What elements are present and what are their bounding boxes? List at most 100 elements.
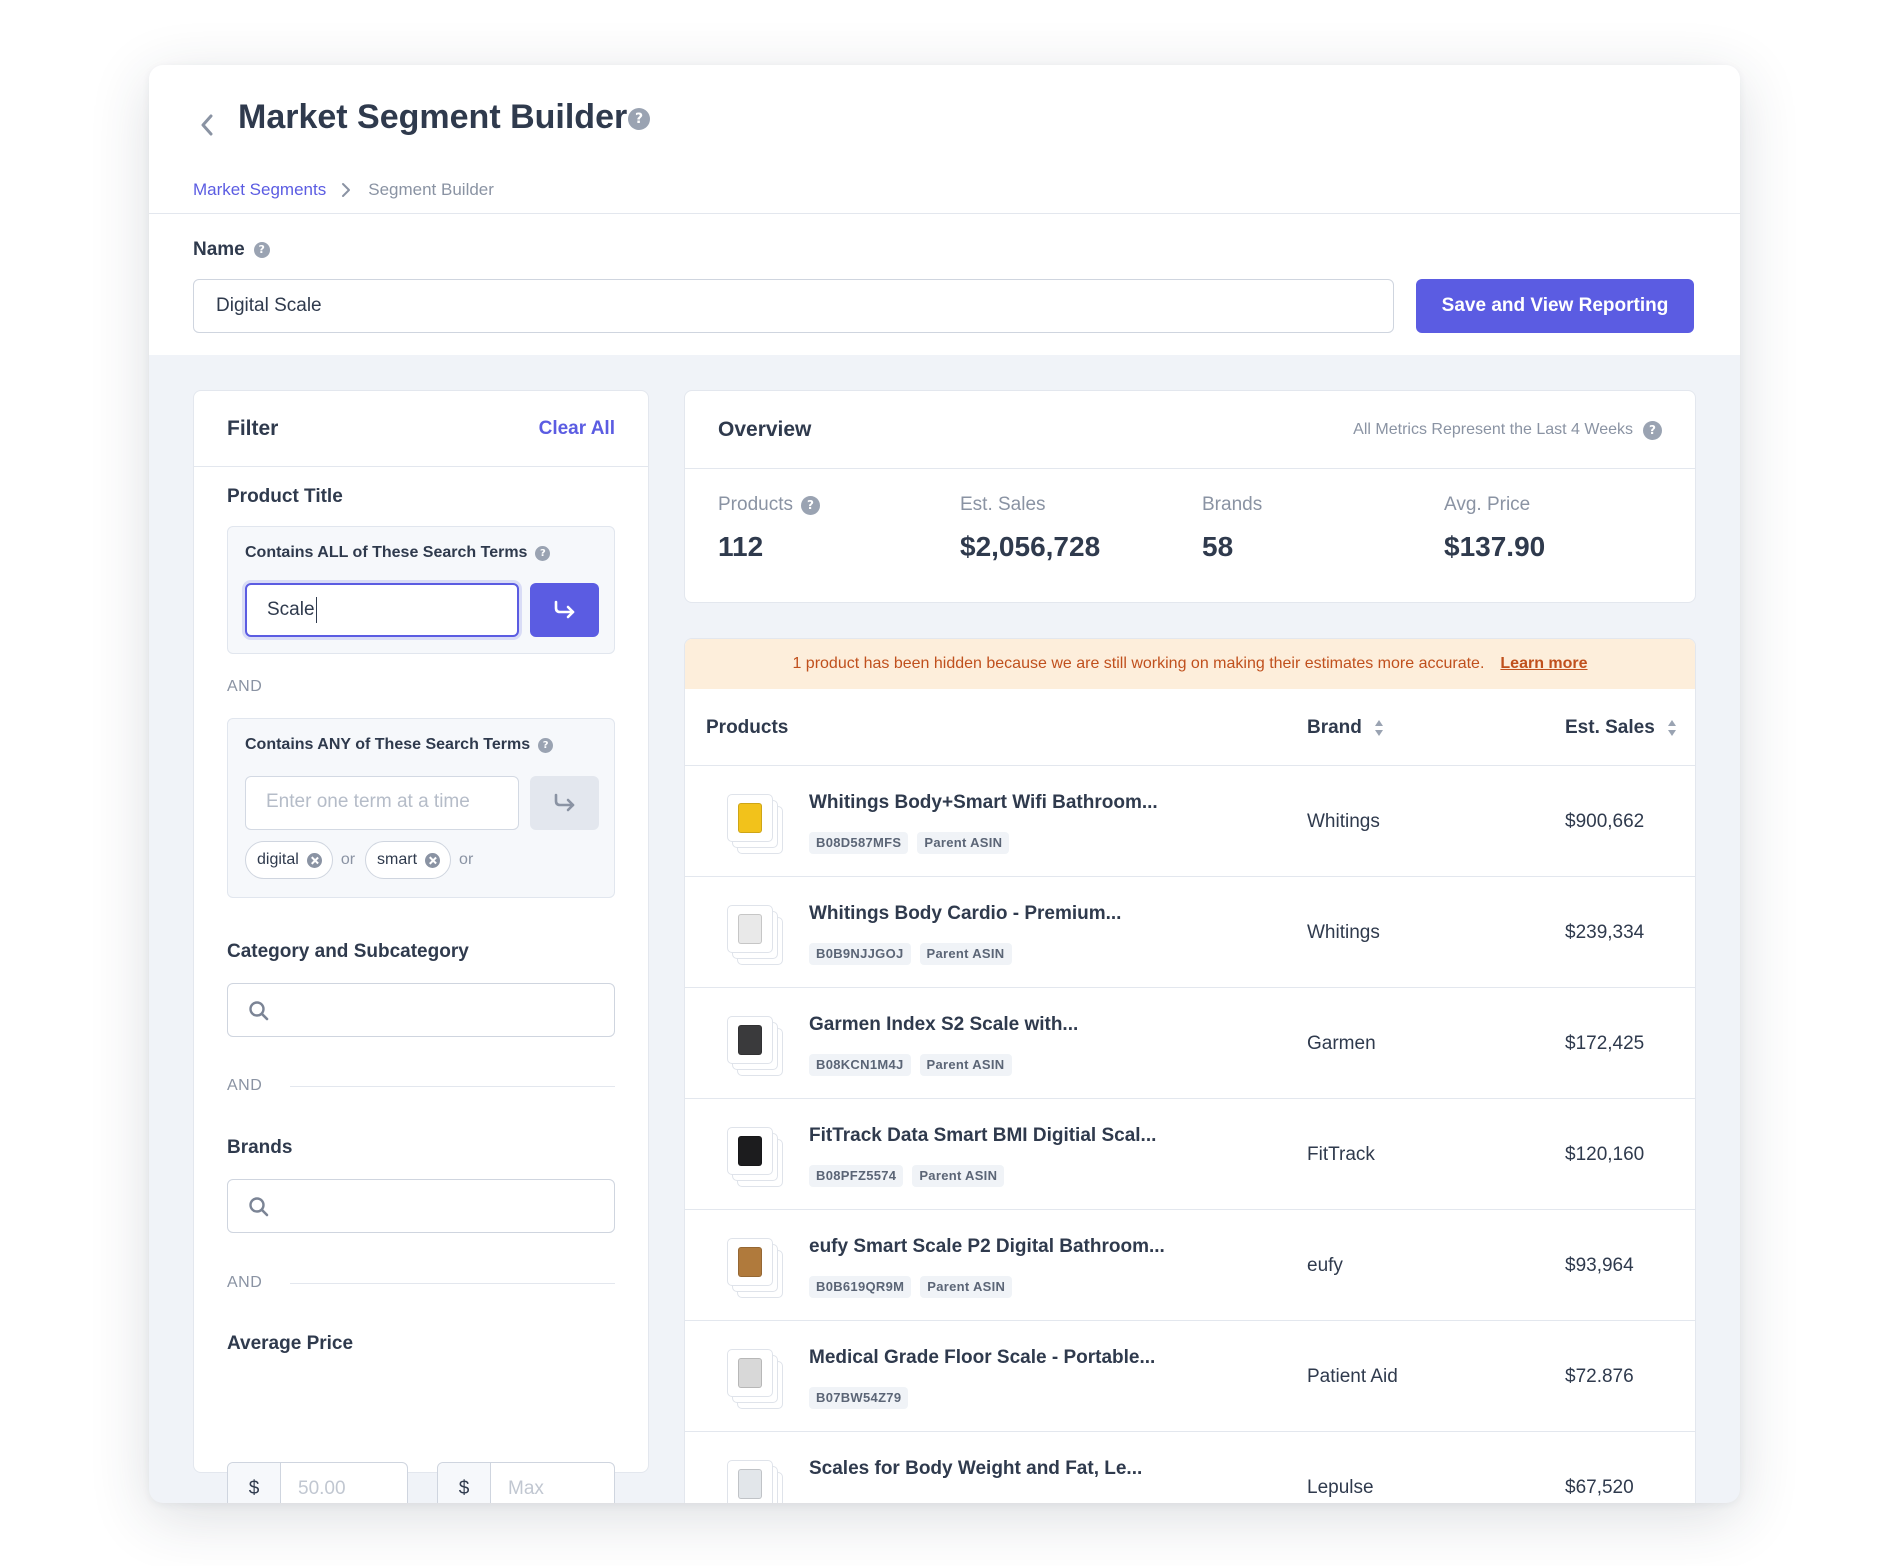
table-row[interactable]: Garmen Index S2 Scale with... B08KCN1M4J… — [685, 988, 1695, 1099]
remove-chip-icon[interactable] — [425, 852, 441, 868]
all-terms-input[interactable]: Scale — [245, 583, 519, 637]
learn-more-link[interactable]: Learn more — [1500, 655, 1587, 672]
sales-cell: $67,520 — [1565, 1477, 1634, 1498]
brand-cell: eufy — [1307, 1255, 1343, 1276]
products-table: 1 product has been hidden because we are… — [684, 638, 1696, 1503]
or-label: or — [340, 851, 356, 868]
thumbnail-image — [727, 905, 773, 953]
product-name[interactable]: Medical Grade Floor Scale - Portable... — [809, 1343, 1155, 1373]
table-row[interactable]: Scales for Body Weight and Fat, Le... Le… — [685, 1432, 1695, 1503]
product-image — [738, 1358, 762, 1388]
any-terms-label-text: Contains ANY of These Search Terms — [245, 736, 531, 753]
brand-cell: Whitings — [1307, 811, 1380, 832]
thumbnail-image — [727, 1016, 773, 1064]
remove-chip-icon[interactable] — [306, 852, 322, 868]
any-terms-input[interactable]: Enter one term at a time — [245, 776, 519, 830]
metric-brands: Brands 58 — [1202, 491, 1262, 565]
table-row[interactable]: Medical Grade Floor Scale - Portable... … — [685, 1321, 1695, 1432]
metric-est-sales: Est. Sales $2,056,728 — [960, 491, 1100, 565]
category-search-input[interactable] — [227, 983, 615, 1037]
column-est-sales[interactable]: Est. Sales — [1565, 689, 1677, 766]
average-price-heading: Average Price — [227, 1333, 354, 1354]
sort-icon[interactable] — [1374, 719, 1384, 737]
asin-tag: B0B619QR9M — [809, 1276, 912, 1298]
min-price-input[interactable]: $ 50.00 — [227, 1462, 408, 1503]
add-any-term-button[interactable] — [530, 776, 599, 830]
brand-cell: Whitings — [1307, 922, 1380, 943]
product-name[interactable]: Scales for Body Weight and Fat, Le... — [809, 1454, 1142, 1484]
chip-smart: smart — [365, 841, 452, 879]
search-icon — [249, 1001, 269, 1021]
brands-search-input[interactable] — [227, 1179, 615, 1233]
table-row[interactable]: Whitings Body Cardio - Premium... B0B9NJ… — [685, 877, 1695, 988]
column-brand-label: Brand — [1307, 717, 1362, 738]
or-label: or — [459, 851, 474, 868]
brand-cell: FitTrack — [1307, 1144, 1375, 1165]
table-body: Whitings Body+Smart Wifi Bathroom... B08… — [685, 766, 1695, 1503]
sales-cell: $93,964 — [1565, 1255, 1634, 1276]
product-thumbnail — [727, 1460, 783, 1503]
breadcrumb-market-segments[interactable]: Market Segments — [193, 173, 326, 207]
table-row[interactable]: Whitings Body+Smart Wifi Bathroom... B08… — [685, 766, 1695, 877]
page-header: Market Segment Builder ? Market Segments… — [149, 65, 1740, 355]
metric-label: Avg. Price — [1444, 494, 1531, 515]
metric-value: $137.90 — [1444, 531, 1546, 562]
max-price-input[interactable]: $ Max — [437, 1462, 615, 1503]
parent-asin-tag: Parent ASIN — [912, 1165, 1005, 1187]
product-name[interactable]: eufy Smart Scale P2 Digital Bathroom... — [809, 1232, 1165, 1262]
thumbnail-image — [727, 1460, 773, 1503]
brand-cell: Garmen — [1307, 1033, 1376, 1054]
sort-icon[interactable] — [1667, 719, 1677, 737]
help-icon[interactable]: ? — [535, 545, 551, 561]
parent-asin-tag: Parent ASIN — [920, 1276, 1013, 1298]
thumbnail-image — [727, 794, 773, 842]
help-icon[interactable]: ? — [538, 737, 554, 753]
asin-tag: B08PFZ5574 — [809, 1165, 904, 1187]
product-thumbnail — [727, 1127, 783, 1187]
help-icon[interactable]: ? — [628, 108, 650, 130]
thumbnail-image — [727, 1127, 773, 1175]
all-terms-value: Scale — [267, 599, 315, 620]
add-term-button[interactable] — [530, 583, 599, 637]
product-tags: B0B9NJJGOJ Parent ASIN — [809, 943, 1021, 965]
product-thumbnail — [727, 794, 783, 854]
product-tags: B08KCN1M4J Parent ASIN — [809, 1054, 1021, 1076]
column-brand[interactable]: Brand — [1307, 689, 1384, 766]
product-name[interactable]: FitTrack Data Smart BMI Digitial Scal... — [809, 1121, 1156, 1151]
segment-name-input[interactable]: Digital Scale — [193, 279, 1394, 333]
chip-label: smart — [377, 851, 418, 868]
product-name[interactable]: Whitings Body Cardio - Premium... — [809, 899, 1121, 929]
asin-tag: B0B9NJJGOJ — [809, 943, 911, 965]
overview-header: Overview All Metrics Represent the Last … — [685, 391, 1695, 469]
search-icon — [249, 1197, 269, 1217]
asin-tag: B08KCN1M4J — [809, 1054, 911, 1076]
breadcrumb-current: Segment Builder — [368, 180, 494, 199]
thumbnail-image — [727, 1349, 773, 1397]
help-icon[interactable]: ? — [253, 242, 270, 258]
product-image — [738, 1136, 762, 1166]
asin-tag: B07BW54Z79 — [809, 1387, 909, 1409]
category-heading: Category and Subcategory — [227, 941, 469, 962]
product-tags: B07BW54Z79 — [809, 1387, 917, 1409]
metric-value: $2,056,728 — [960, 531, 1101, 562]
any-terms-box: Contains ANY of These Search Terms ? Ent… — [227, 718, 615, 898]
enter-arrow-icon — [554, 793, 574, 812]
product-name[interactable]: Whitings Body+Smart Wifi Bathroom... — [809, 788, 1158, 818]
table-row[interactable]: eufy Smart Scale P2 Digital Bathroom... … — [685, 1210, 1695, 1321]
min-price-placeholder: 50.00 — [298, 1478, 346, 1499]
chevron-left-icon[interactable] — [193, 95, 223, 155]
product-name[interactable]: Garmen Index S2 Scale with... — [809, 1010, 1078, 1040]
save-and-view-reporting-button[interactable]: Save and View Reporting — [1416, 279, 1694, 333]
and-divider — [290, 1086, 615, 1087]
product-tags: B08D587MFS Parent ASIN — [809, 832, 1018, 854]
help-icon[interactable]: ? — [800, 495, 820, 515]
product-image — [738, 1025, 762, 1055]
help-icon[interactable]: ? — [1643, 420, 1662, 440]
product-image — [738, 914, 762, 944]
table-row[interactable]: FitTrack Data Smart BMI Digitial Scal...… — [685, 1099, 1695, 1210]
product-thumbnail — [727, 1238, 783, 1298]
filter-header: Filter Clear All — [194, 391, 648, 467]
clear-all-button[interactable]: Clear All — [539, 413, 615, 445]
overview-title: Overview — [718, 418, 812, 441]
metric-products: Products ? 112 — [718, 491, 820, 565]
